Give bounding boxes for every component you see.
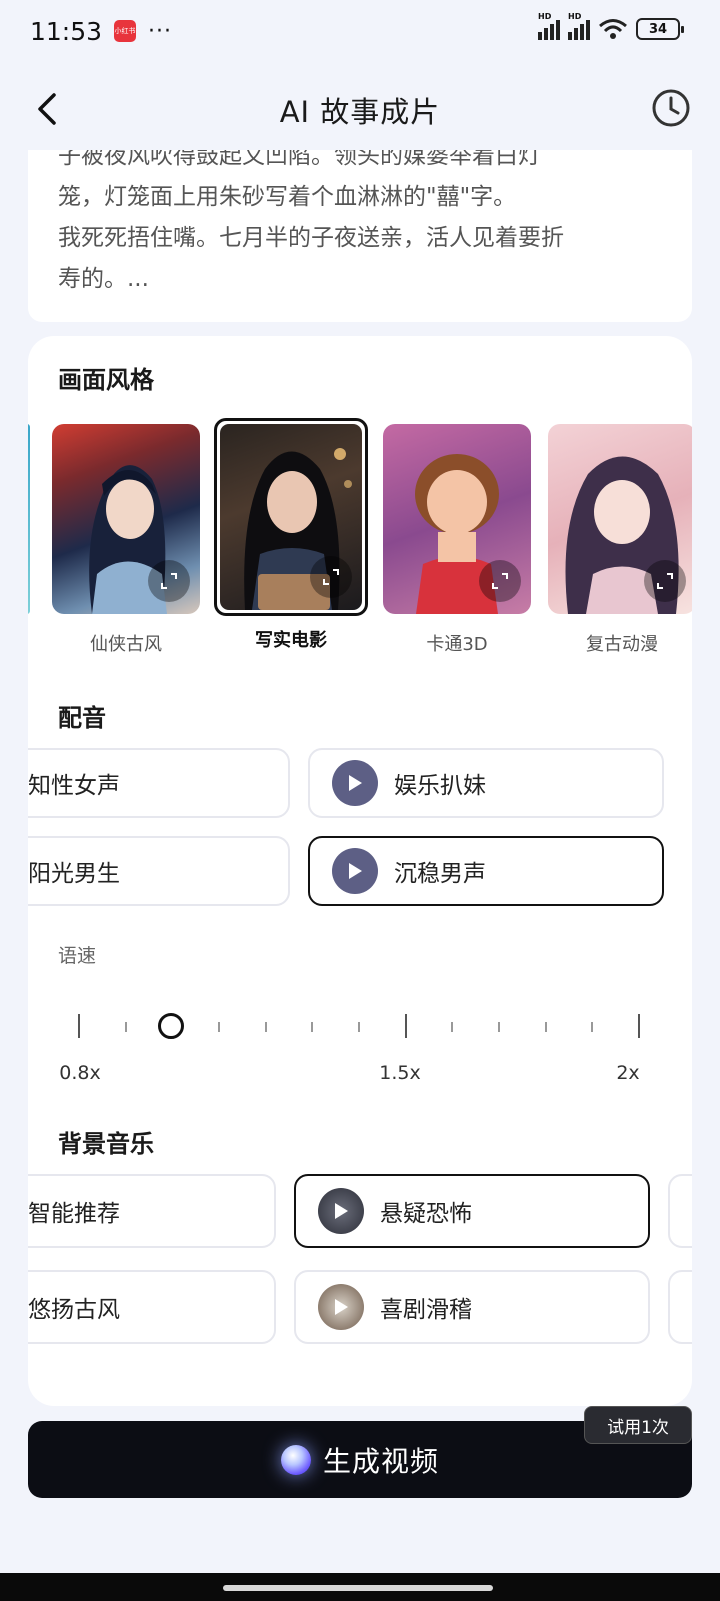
style-thumbnail <box>52 424 200 614</box>
style-list[interactable]: 仙侠古风 写实电影 卡通3D 复古动漫 <box>28 418 692 655</box>
story-text: 子被夜风吹得鼓起又凹陷。领头的媒婆举着白灯 笼，灯笼面上用朱砂写着个血淋淋的"囍… <box>58 150 564 292</box>
slider-tick <box>124 1022 127 1032</box>
slider-tick <box>498 1022 500 1032</box>
style-item-cartoon3d[interactable]: 卡通3D <box>383 424 531 656</box>
expand-icon[interactable] <box>479 560 521 602</box>
style-label: 卡通3D <box>426 634 488 655</box>
speed-mark-max: 2x <box>616 1062 640 1084</box>
slider-tick <box>451 1022 454 1032</box>
slider-thumb[interactable] <box>158 1013 185 1039</box>
expand-icon[interactable] <box>644 560 686 602</box>
voice-option-chenwen[interactable]: 沉稳男声 <box>308 836 664 906</box>
music-option-label: 悬疑恐怖 <box>380 1201 472 1227</box>
slider-tick <box>218 1022 220 1032</box>
signal-icon: HD <box>538 12 560 40</box>
style-thumbnail <box>214 418 368 616</box>
voice-option-label: 知性女声 <box>28 773 120 799</box>
play-icon[interactable] <box>332 760 378 806</box>
voice-option-label: 娱乐扒妹 <box>394 773 486 799</box>
music-option-label: 智能推荐 <box>28 1201 120 1227</box>
clock-icon[interactable] <box>650 87 692 129</box>
slider-tick <box>264 1022 267 1032</box>
expand-icon[interactable] <box>310 556 352 598</box>
slider-tick <box>311 1022 314 1032</box>
play-icon[interactable] <box>318 1188 364 1234</box>
voice-section-title: 配音 <box>58 704 106 732</box>
status-bar: 11:53 小红书 ··· HD HD 34 <box>0 0 720 62</box>
speed-label: 语速 <box>58 945 97 967</box>
slider-major-tick <box>638 1014 640 1038</box>
music-option-label: 悠扬古风 <box>28 1297 120 1323</box>
app-badge-icon: 小红书 <box>114 20 137 42</box>
wifi-icon <box>599 19 627 39</box>
style-section-title: 画面风格 <box>58 366 154 394</box>
music-option-suspense[interactable]: 悬疑恐怖 <box>294 1174 650 1248</box>
music-option-partial[interactable] <box>668 1270 692 1344</box>
speed-mark-mid: 1.5x <box>379 1062 421 1084</box>
home-indicator[interactable] <box>223 1585 493 1591</box>
style-thumbnail <box>383 424 531 614</box>
voice-option-yule[interactable]: 娱乐扒妹 <box>308 748 664 818</box>
style-item-xianxia[interactable]: 仙侠古风 <box>52 424 200 656</box>
generate-video-label: 生成视频 <box>322 1444 439 1478</box>
style-label: 写实电影 <box>255 630 327 651</box>
voice-option-label: 阳光男生 <box>28 861 120 887</box>
music-option-recommend[interactable]: 智能推荐 <box>28 1174 276 1248</box>
slider-tick <box>358 1022 360 1032</box>
trial-badge: 试用1次 <box>584 1406 692 1444</box>
style-label: 复古动漫 <box>586 634 658 655</box>
sparkle-orb-icon <box>280 1444 311 1475</box>
slider-major-tick <box>78 1014 80 1038</box>
style-item-retro-anime[interactable]: 复古动漫 <box>548 424 692 656</box>
voice-option-yangguang[interactable]: 阳光男生 <box>28 836 290 906</box>
page-title: AI 故事成片 <box>279 95 441 129</box>
slider-tick <box>591 1022 594 1032</box>
music-option-guofeng[interactable]: 悠扬古风 <box>28 1270 276 1344</box>
slider-tick <box>544 1022 547 1032</box>
more-notifications-icon: ··· <box>148 18 173 44</box>
play-icon[interactable] <box>318 1284 364 1330</box>
story-text-card[interactable]: 子被夜风吹得鼓起又凹陷。领头的媒婆举着白灯 笼，灯笼面上用朱砂写着个血淋淋的"囍… <box>28 150 692 322</box>
status-time: 11:53 <box>30 16 103 46</box>
music-section-title: 背景音乐 <box>58 1130 154 1158</box>
signal-icon: HD <box>568 12 590 40</box>
back-icon[interactable] <box>28 89 68 129</box>
music-option-partial[interactable] <box>668 1174 692 1248</box>
battery-icon: 34 <box>636 18 684 40</box>
music-option-label: 喜剧滑稽 <box>380 1297 472 1323</box>
style-label: 仙侠古风 <box>90 634 162 655</box>
style-item-realistic[interactable]: 写实电影 <box>214 418 368 652</box>
nav-bar: AI 故事成片 <box>0 75 720 145</box>
music-option-comedy[interactable]: 喜剧滑稽 <box>294 1270 650 1344</box>
status-indicators: HD HD 34 <box>538 12 684 40</box>
style-thumbnail <box>548 424 692 614</box>
voice-option-label: 沉稳男声 <box>394 861 486 887</box>
expand-icon[interactable] <box>148 560 190 602</box>
speed-slider[interactable] <box>78 1006 640 1046</box>
voice-option-zhixing[interactable]: 知性女声 <box>28 748 290 818</box>
speed-mark-min: 0.8x <box>59 1062 101 1084</box>
play-icon[interactable] <box>332 848 378 894</box>
style-thumb-partial <box>28 424 30 614</box>
slider-major-tick <box>404 1014 407 1038</box>
settings-card: 画面风格 仙侠古风 写实电影 卡通3D 复古动漫 配音 知性女声 娱乐扒妹 阳光… <box>28 336 692 1406</box>
